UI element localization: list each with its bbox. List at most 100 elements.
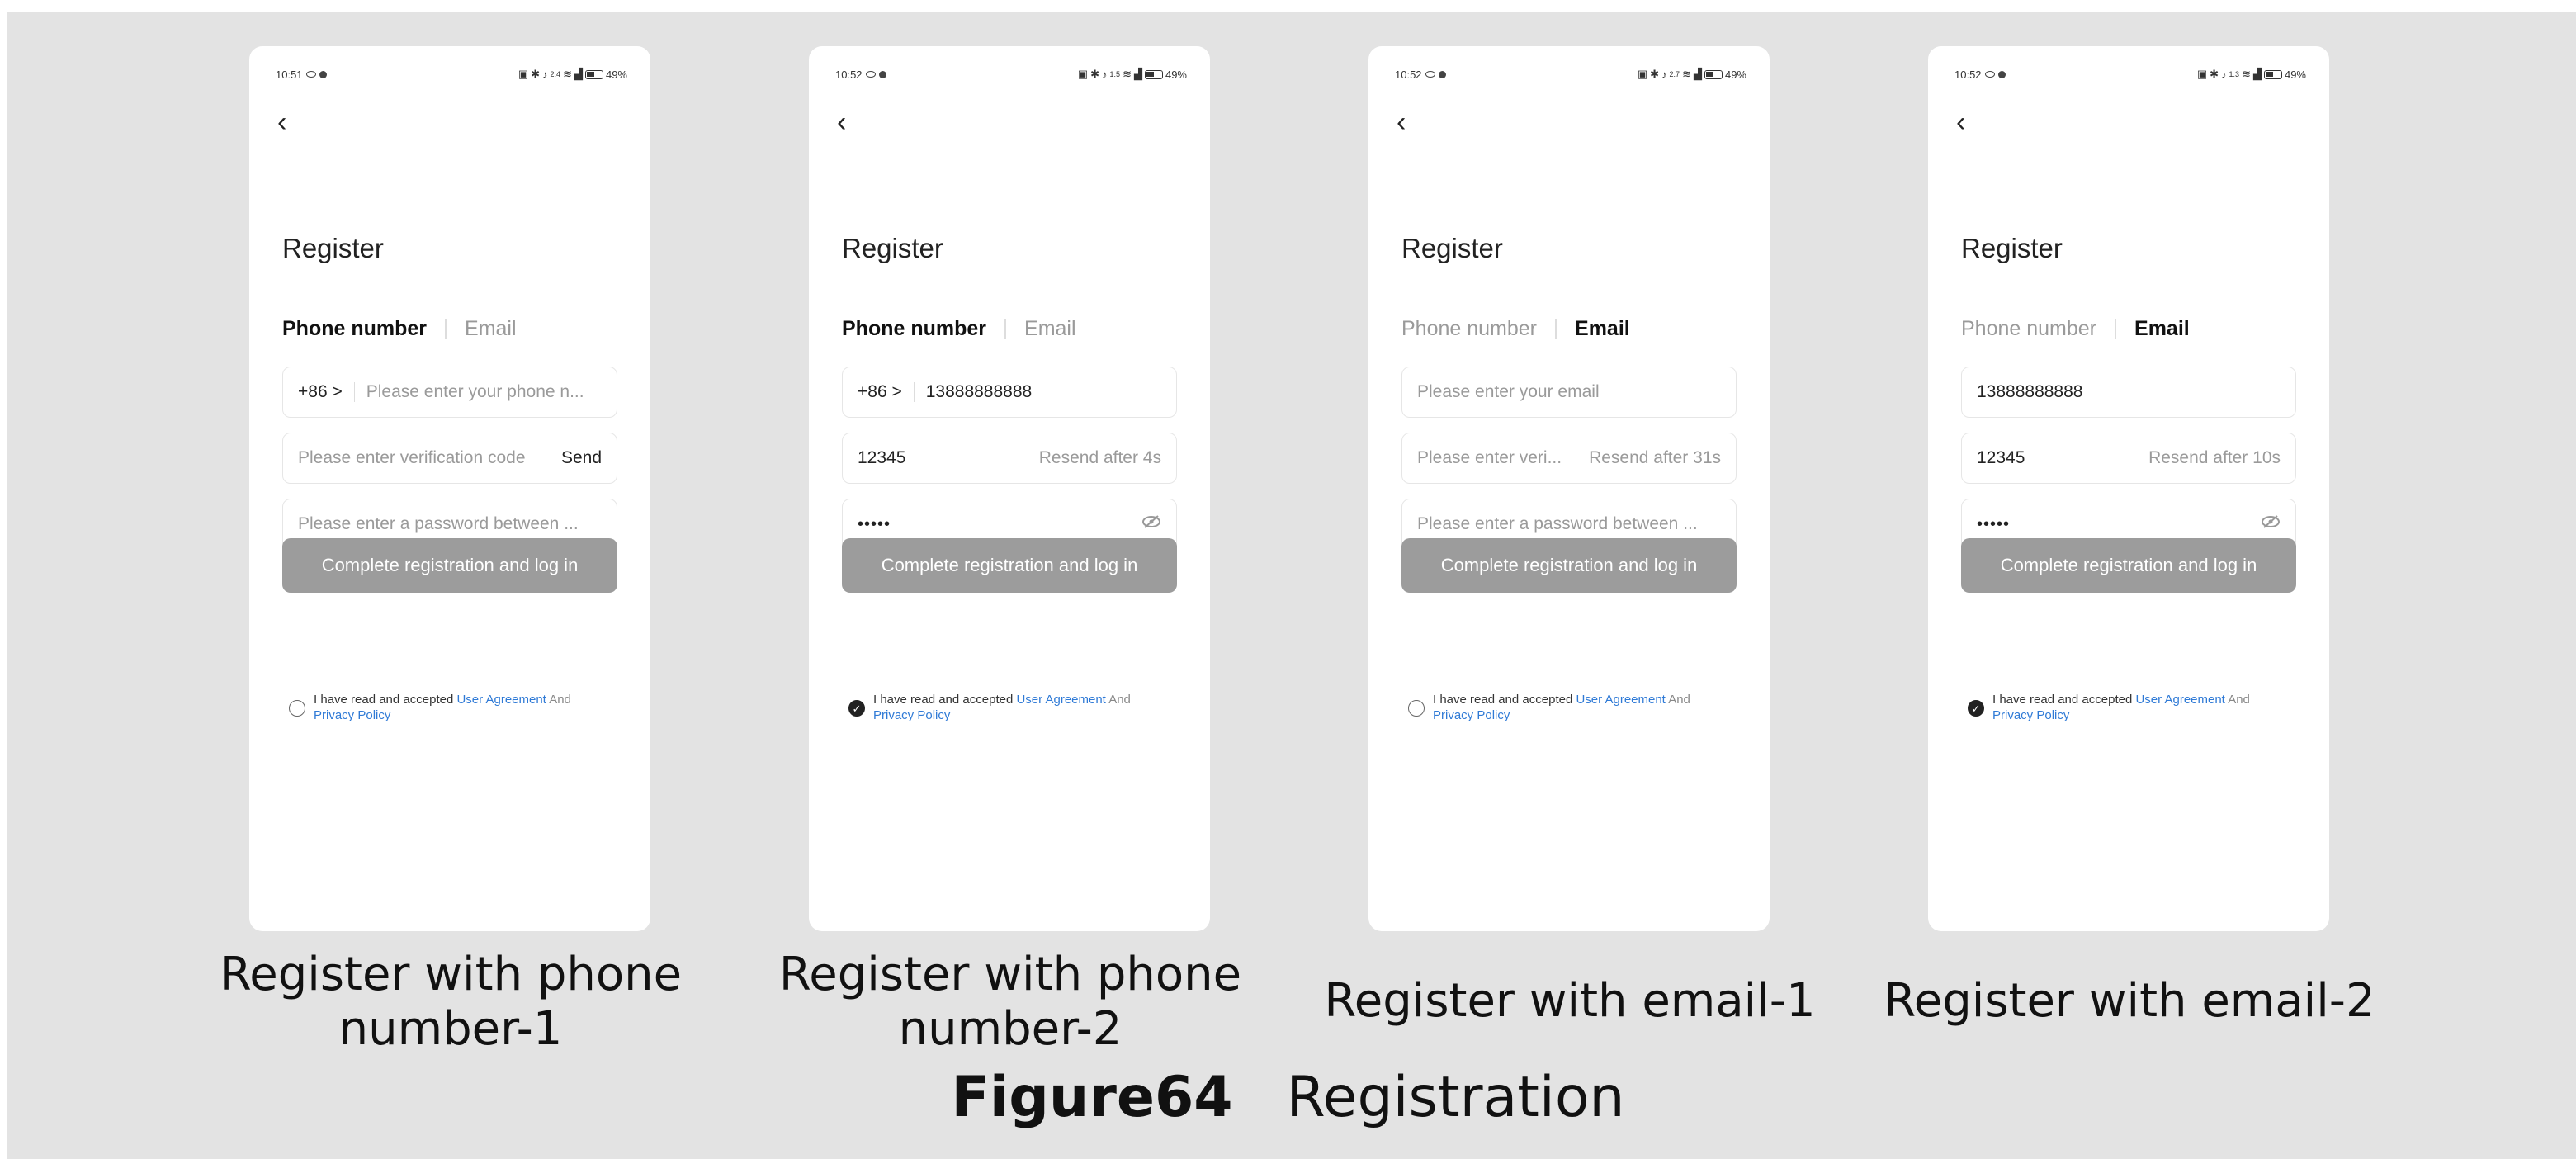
battery-icon (1144, 69, 1163, 79)
agreement-and: And (2228, 693, 2250, 707)
tab-email[interactable]: Email (465, 317, 517, 341)
status-time: 10:52 (835, 68, 863, 81)
tab-phone-number[interactable]: Phone number (1961, 317, 2096, 341)
password-input-placeholder[interactable]: Please enter a password between ... (1417, 514, 1721, 534)
wifi-icon: ≋ (2242, 68, 2251, 80)
bluetooth-icon: ✱ (531, 68, 541, 80)
status-bar: 10:52 ▣ ✱ ♪ 1.3 ≋ ▟ 49% (1954, 63, 2306, 86)
code-input-value[interactable]: 12345 (1977, 448, 2025, 468)
agreement-row: I have read and accepted User Agreement … (289, 692, 619, 723)
password-input-value[interactable]: ••••• (858, 515, 891, 534)
agreement-row: I have read and accepted User Agreement … (1408, 692, 1738, 723)
verification-code-field[interactable]: Please enter verification code Send (282, 433, 617, 484)
code-input-value[interactable]: 12345 (858, 448, 905, 468)
tab-email[interactable]: Email (1575, 317, 1630, 341)
wifi-icon: ≋ (563, 68, 572, 80)
signal-icon: ▟ (1133, 68, 1142, 80)
hide-password-icon[interactable] (1130, 514, 1161, 534)
nfc-icon: ▣ (518, 68, 529, 80)
country-code-selector[interactable]: +86 > (298, 382, 355, 402)
phone-field[interactable]: +86 > Please enter your phone n... (282, 367, 617, 418)
verification-code-field[interactable]: 12345 Resend after 4s (842, 433, 1177, 484)
status-time: 10:52 (1954, 68, 1982, 81)
country-code-selector[interactable]: +86 > (858, 382, 915, 402)
privacy-policy-link[interactable]: Privacy Policy (873, 708, 950, 722)
verification-code-field[interactable]: 12345 Resend after 10s (1961, 433, 2296, 484)
signal-icon: ▟ (1693, 68, 1702, 80)
resend-countdown: Resend after 10s (2148, 448, 2281, 467)
eye-icon (305, 71, 316, 78)
nfc-icon: ▣ (2196, 68, 2208, 80)
privacy-policy-link[interactable]: Privacy Policy (314, 708, 390, 722)
network-speed: 2.4 (550, 69, 561, 78)
eye-icon (1984, 71, 1995, 78)
mute-icon: ♪ (542, 68, 548, 81)
user-agreement-link[interactable]: User Agreement (2135, 693, 2224, 707)
eye-icon (1425, 71, 1435, 78)
agreement-row: ✓ I have read and accepted User Agreemen… (848, 692, 1179, 723)
user-agreement-link[interactable]: User Agreement (1576, 693, 1665, 707)
tab-email[interactable]: Email (2134, 317, 2190, 341)
email-input-placeholder[interactable]: Please enter your email (1417, 382, 1721, 402)
agreement-checkbox[interactable] (1408, 700, 1425, 717)
back-arrow-icon[interactable]: ‹ (277, 107, 300, 137)
password-input-placeholder[interactable]: Please enter a password between ... (298, 514, 602, 534)
agreement-and: And (1668, 693, 1690, 707)
hide-password-icon[interactable] (2249, 514, 2281, 534)
register-button[interactable]: Complete registration and log in (1401, 538, 1737, 593)
status-time: 10:51 (276, 68, 303, 81)
agreement-text: I have read and accepted (873, 693, 1014, 707)
figure-title: Registration (1286, 1065, 1625, 1130)
email-field[interactable]: 13888888888 (1961, 367, 2296, 418)
agreement-checkbox[interactable]: ✓ (848, 700, 865, 717)
tab-email[interactable]: Email (1024, 317, 1076, 341)
battery-icon (2263, 69, 2282, 79)
code-input-placeholder[interactable]: Please enter verification code (298, 448, 550, 468)
mute-icon: ♪ (2221, 68, 2227, 81)
status-bar: 10:51 ▣ ✱ ♪ 2.4 ≋ ▟ 49% (276, 63, 627, 86)
send-code-button[interactable]: Send (550, 448, 602, 468)
register-tabs: Phone number Email (282, 317, 517, 341)
phone-field[interactable]: +86 > 13888888888 (842, 367, 1177, 418)
battery-percent: 49% (2284, 68, 2306, 81)
back-arrow-icon[interactable]: ‹ (837, 107, 860, 137)
privacy-policy-link[interactable]: Privacy Policy (1433, 708, 1510, 722)
user-agreement-link[interactable]: User Agreement (1016, 693, 1105, 707)
agreement-checkbox[interactable] (289, 700, 305, 717)
phone-input-value[interactable]: 13888888888 (926, 382, 1032, 402)
page-title: Register (282, 233, 384, 263)
tab-divider (1004, 319, 1007, 339)
agreement-text: I have read and accepted (314, 693, 454, 707)
verification-code-field[interactable]: Please enter veri... Resend after 31s (1401, 433, 1737, 484)
agreement-text: I have read and accepted (1433, 693, 1573, 707)
wifi-icon: ≋ (1682, 68, 1691, 80)
privacy-policy-link[interactable]: Privacy Policy (1992, 708, 2069, 722)
register-tabs: Phone number Email (1401, 317, 1630, 341)
email-field[interactable]: Please enter your email (1401, 367, 1737, 418)
agreement-checkbox[interactable]: ✓ (1968, 700, 1984, 717)
email-input-value[interactable]: 13888888888 (1977, 382, 2082, 402)
agreement-and: And (549, 693, 571, 707)
register-button[interactable]: Complete registration and log in (282, 538, 617, 593)
battery-icon (584, 69, 603, 79)
phone-screen-3: 10:52 ▣ ✱ ♪ 2.7 ≋ ▟ 49% ‹ Register Phone… (1368, 46, 1770, 931)
password-input-value[interactable]: ••••• (1977, 515, 2010, 534)
user-agreement-link[interactable]: User Agreement (456, 693, 546, 707)
battery-percent: 49% (1724, 68, 1746, 81)
register-button[interactable]: Complete registration and log in (842, 538, 1177, 593)
tab-phone-number[interactable]: Phone number (1401, 317, 1537, 341)
back-arrow-icon[interactable]: ‹ (1397, 107, 1420, 137)
resend-countdown: Resend after 4s (1038, 448, 1161, 467)
caption-phone-1: Register with phone number-1 (219, 948, 683, 1056)
tab-phone-number[interactable]: Phone number (282, 317, 427, 341)
figure-number: Figure64 (951, 1065, 1233, 1130)
signal-icon: ▟ (574, 68, 583, 80)
agreement-text: I have read and accepted (1992, 693, 2133, 707)
tab-phone-number[interactable]: Phone number (842, 317, 986, 341)
code-input-placeholder[interactable]: Please enter veri... (1417, 448, 1577, 468)
back-arrow-icon[interactable]: ‹ (1956, 107, 1979, 137)
notification-icon (1997, 70, 2006, 78)
phone-screen-2: 10:52 ▣ ✱ ♪ 1.5 ≋ ▟ 49% ‹ Register Phone… (809, 46, 1210, 931)
register-button[interactable]: Complete registration and log in (1961, 538, 2296, 593)
phone-input-placeholder[interactable]: Please enter your phone n... (366, 382, 602, 402)
